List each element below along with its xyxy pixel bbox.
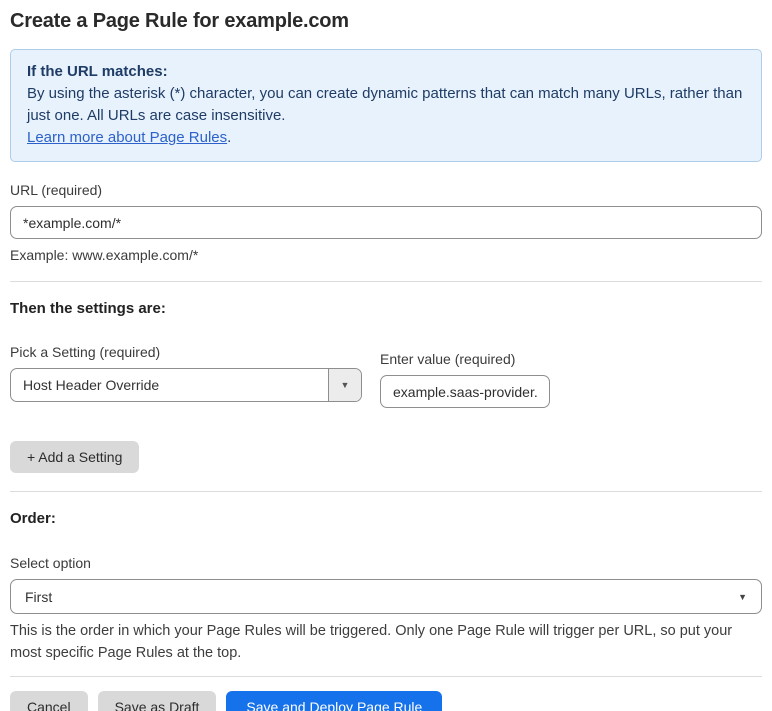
order-description: This is the order in which your Page Rul…: [10, 623, 733, 661]
save-and-deploy-button[interactable]: Save and Deploy Page Rule: [226, 691, 443, 711]
pick-setting-column: Pick a Setting (required) Host Header Ov…: [10, 344, 362, 402]
cancel-button[interactable]: Cancel: [10, 691, 88, 711]
divider: [10, 281, 762, 282]
enter-value-column: Enter value (required): [380, 344, 550, 408]
page-title: Create a Page Rule for example.com: [10, 10, 349, 32]
pick-setting-label: Pick a Setting (required): [10, 344, 161, 360]
create-page-rule-form: Create a Page Rule for example.com If th…: [0, 0, 772, 711]
info-box-heading: If the URL matches:: [27, 63, 168, 80]
pick-setting-select[interactable]: Host Header Override ▼: [10, 368, 362, 402]
info-box-link-line: Learn more about Page Rules.: [27, 127, 745, 149]
enter-value-label: Enter value (required): [380, 351, 516, 367]
chevron-down-icon[interactable]: ▼: [328, 369, 361, 401]
settings-row: Pick a Setting (required) Host Header Ov…: [10, 344, 762, 408]
select-option-label: Select option: [10, 555, 91, 571]
divider: [10, 491, 762, 492]
settings-section-heading: Then the settings are:: [10, 300, 166, 317]
pick-setting-selected-value: Host Header Override: [23, 377, 160, 393]
order-select[interactable]: First ▼: [10, 579, 762, 614]
add-setting-button[interactable]: + Add a Setting: [10, 441, 140, 473]
divider: [10, 676, 762, 677]
link-period: .: [227, 129, 232, 146]
chevron-down-icon: ▼: [738, 591, 747, 602]
url-field-label: URL (required): [10, 182, 103, 198]
learn-more-link[interactable]: Learn more about Page Rules: [27, 129, 227, 146]
save-as-draft-button[interactable]: Save as Draft: [97, 691, 217, 711]
url-input[interactable]: [10, 206, 762, 239]
url-example-hint: Example: www.example.com/*: [10, 247, 199, 263]
order-selected-value: First: [25, 588, 53, 605]
setting-value-input[interactable]: [380, 375, 550, 408]
url-matches-info-box: If the URL matches: By using the asteris…: [10, 49, 762, 162]
footer-actions: Cancel Save as Draft Save and Deploy Pag…: [10, 691, 762, 711]
info-box-body: By using the asterisk (*) character, you…: [27, 85, 743, 124]
order-section-heading: Order:: [10, 510, 56, 527]
